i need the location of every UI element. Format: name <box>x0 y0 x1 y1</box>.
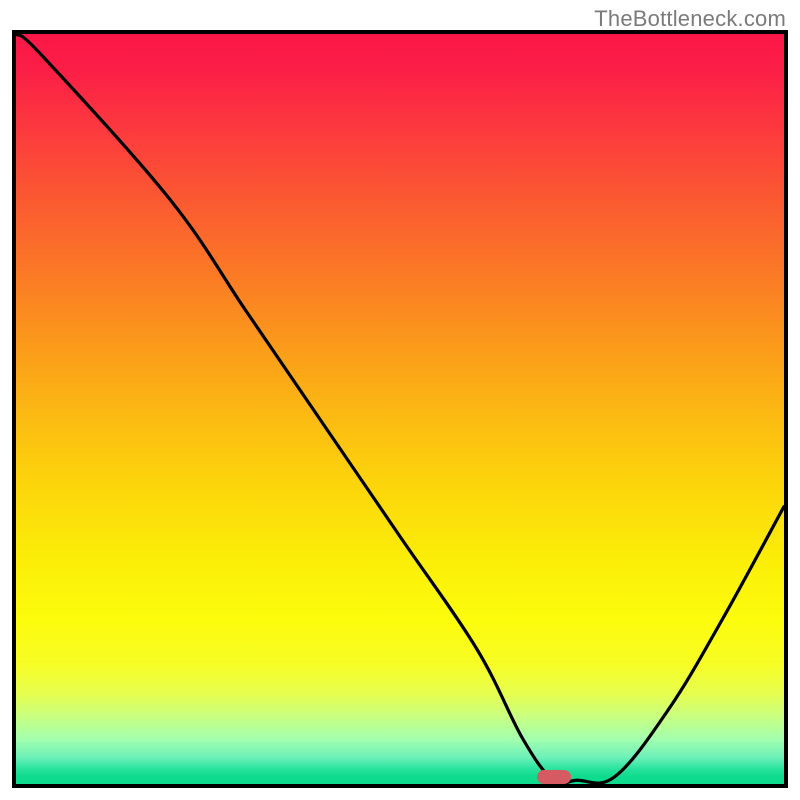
optimum-marker <box>537 770 571 784</box>
chart-area <box>12 30 788 788</box>
bottleneck-curve <box>16 34 784 784</box>
watermark-text: TheBottleneck.com <box>594 6 786 32</box>
